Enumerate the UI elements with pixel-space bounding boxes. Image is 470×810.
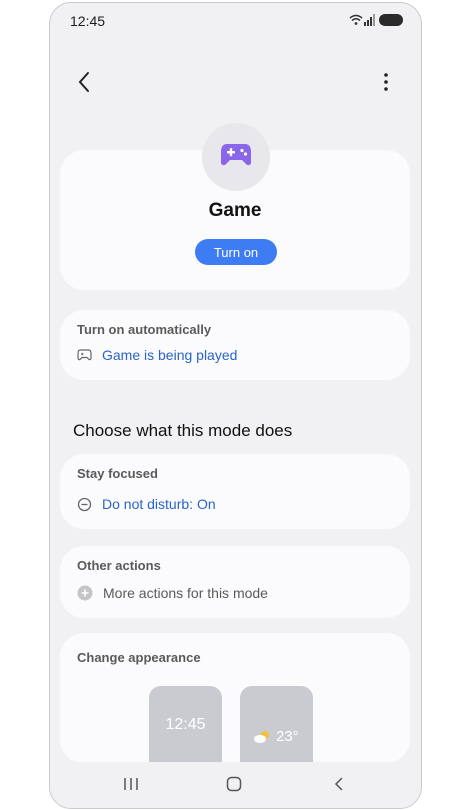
phone-frame: 12:45 Game Turn on Turn on automatically… xyxy=(49,2,422,809)
more-options-button[interactable] xyxy=(376,69,396,95)
preview-time: 12:45 xyxy=(165,716,206,733)
trigger-row[interactable]: Game is being played xyxy=(77,347,237,363)
change-appearance-card[interactable]: Change appearance 12:45 23° xyxy=(60,633,410,763)
auto-label: Turn on automatically xyxy=(77,322,212,337)
auto-turn-on-card[interactable]: Turn on automatically Game is being play… xyxy=(60,310,410,380)
change-appearance-label: Change appearance xyxy=(77,650,201,665)
more-options-icon xyxy=(384,73,388,91)
more-actions-row[interactable]: More actions for this mode xyxy=(77,585,268,601)
home-icon xyxy=(226,776,242,792)
battery-icon xyxy=(379,14,403,26)
always-on-display-preview[interactable]: 23° xyxy=(240,686,313,763)
dnd-text: Do not disturb: On xyxy=(102,496,216,512)
nav-back-button[interactable] xyxy=(331,776,347,797)
preview-weather: 23° xyxy=(253,728,299,745)
status-bar: 12:45 xyxy=(50,3,421,39)
temperature: 23° xyxy=(276,728,299,745)
home-button[interactable] xyxy=(226,776,242,797)
more-actions-text: More actions for this mode xyxy=(103,585,268,601)
minus-circle-icon xyxy=(77,497,92,511)
lock-screen-preview[interactable]: 12:45 xyxy=(149,686,222,763)
gamepad-icon xyxy=(221,144,251,166)
wifi-icon xyxy=(349,14,363,25)
gamepad-small-icon xyxy=(77,349,92,361)
dnd-row[interactable]: Do not disturb: On xyxy=(77,496,216,512)
mode-title: Game xyxy=(208,200,262,221)
mode-icon-badge xyxy=(202,123,270,191)
nav-back-icon xyxy=(334,777,343,791)
recents-icon xyxy=(124,778,138,790)
signal-icon xyxy=(364,14,375,26)
stay-focused-label: Stay focused xyxy=(77,466,158,481)
plus-circle-icon xyxy=(77,585,93,601)
weather-icon xyxy=(254,730,269,743)
other-actions-label: Other actions xyxy=(77,558,161,573)
stay-focused-card[interactable]: Stay focused Do not disturb: On xyxy=(60,454,410,529)
turn-on-button[interactable]: Turn on xyxy=(195,239,277,265)
section-heading: Choose what this mode does xyxy=(73,421,293,440)
status-time: 12:45 xyxy=(70,13,106,29)
back-icon xyxy=(78,72,89,92)
back-button[interactable] xyxy=(74,69,96,95)
trigger-text: Game is being played xyxy=(102,347,238,363)
other-actions-card[interactable]: Other actions More actions for this mode xyxy=(60,546,410,618)
recents-button[interactable] xyxy=(123,776,139,797)
navigation-bar xyxy=(50,762,421,808)
